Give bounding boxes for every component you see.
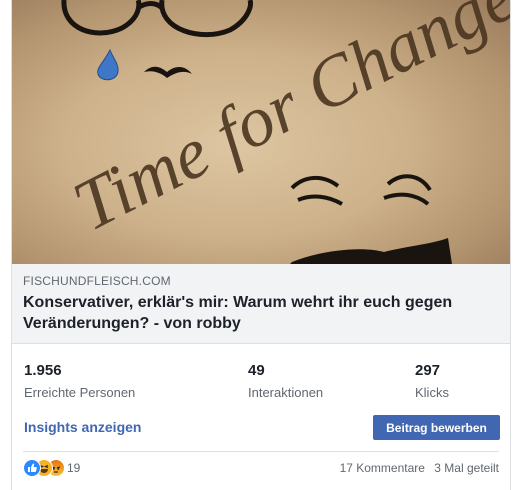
- divider: [23, 451, 499, 452]
- view-insights-link[interactable]: Insights anzeigen: [24, 419, 141, 435]
- stat-clicks-label: Klicks: [415, 385, 449, 400]
- image-title: Time for Change: [61, 0, 510, 246]
- like-icon: [23, 459, 41, 477]
- post-card: Time for Change FISCHUNDFLEISCH.COM Kons…: [11, 0, 511, 490]
- stat-clicks: 297 Klicks: [415, 362, 449, 400]
- comments-count-link[interactable]: 17 Kommentare: [340, 461, 425, 475]
- link-preview-meta[interactable]: FISCHUNDFLEISCH.COM Konservativer, erklä…: [12, 264, 510, 344]
- stat-reach: 1.956 Erreichte Personen: [24, 362, 135, 400]
- engagement-summary: 17 Kommentare 3 Mal geteilt: [340, 461, 499, 475]
- time-for-change-illustration: Time for Change: [61, 0, 510, 264]
- stat-interactions: 49 Interaktionen: [248, 362, 323, 400]
- link-domain: FISCHUNDFLEISCH.COM: [23, 274, 171, 288]
- stat-interactions-value: 49: [248, 362, 265, 379]
- stat-reach-value: 1.956: [24, 362, 62, 379]
- link-headline[interactable]: Konservativer, erklär's mir: Warum wehrt…: [23, 292, 493, 334]
- teardrop-icon: [97, 48, 119, 81]
- stat-interactions-label: Interaktionen: [248, 385, 324, 400]
- reaction-count: 19: [67, 461, 81, 475]
- shares-count-link[interactable]: 3 Mal geteilt: [434, 461, 499, 475]
- link-preview-image[interactable]: Time for Change: [12, 0, 510, 264]
- stat-clicks-value: 297: [415, 362, 441, 379]
- boost-post-button[interactable]: Beitrag bewerben: [373, 415, 500, 440]
- stat-reach-label: Erreichte Personen: [24, 385, 136, 400]
